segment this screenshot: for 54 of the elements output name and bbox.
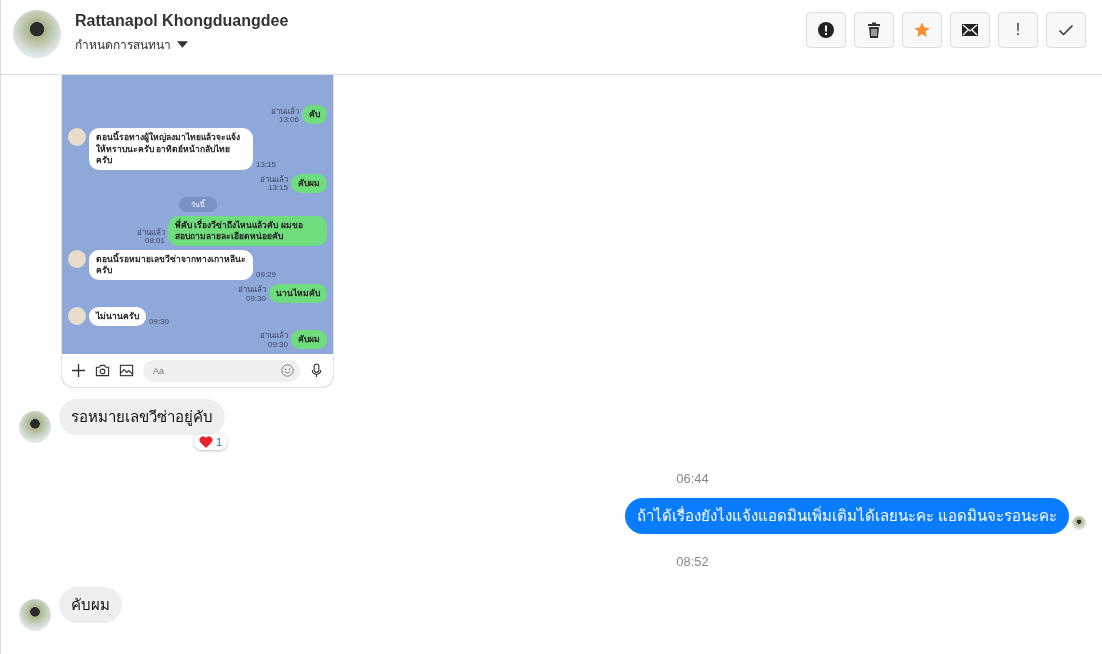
read-receipt: อ่านแล้ว bbox=[137, 229, 165, 238]
heart-icon bbox=[198, 436, 213, 448]
microphone-icon bbox=[309, 363, 324, 378]
message-field: Aa bbox=[143, 359, 300, 382]
message-time: 13:06 bbox=[278, 116, 299, 125]
message-time: 13:15 bbox=[267, 184, 288, 193]
read-receipt: อ่านแล้ว bbox=[238, 286, 266, 295]
conversation-menu[interactable]: กำหนดการสนทนา bbox=[75, 35, 188, 54]
camera-icon bbox=[95, 363, 110, 378]
timestamp: 08:52 bbox=[676, 554, 709, 569]
avatar bbox=[13, 10, 61, 58]
message-time: 13:15 bbox=[256, 161, 277, 170]
read-receipt: อ่านแล้ว bbox=[271, 107, 299, 117]
message-bubble: ถ้าได้เรื่องยังไงแจ้งแอดมินเพิ่มเติมได้เลยนะคะ แอดมินจะรอนะคะ bbox=[624, 498, 1069, 534]
message-bubble: ตอนนี้รอหมายเลขวีซ่าจากทางเกาหลีนะครับ bbox=[89, 249, 253, 280]
message-time: 09:29 bbox=[256, 271, 277, 280]
message-time: 09:30 bbox=[267, 340, 288, 349]
contact-name: Rattanapol Khongduangdee bbox=[75, 12, 290, 30]
message-bubble: ตอนนี้รอทางผู้ใหญ่ลงมาไทยแล้วจะแจ้งให้ทราบนะครับ อาทิตย์หน้ากลับไทยครับ bbox=[89, 128, 253, 170]
message-time: 08:01 bbox=[144, 237, 165, 246]
message-bubble: นานไหมคับ bbox=[269, 283, 327, 303]
check-button[interactable] bbox=[1046, 11, 1086, 48]
star-icon bbox=[914, 21, 930, 38]
envelope-icon bbox=[962, 21, 978, 38]
message-bubble: คับผม bbox=[291, 329, 327, 349]
caret-icon bbox=[177, 41, 188, 48]
message-bubble: คับผม bbox=[291, 173, 327, 193]
image-icon bbox=[119, 363, 134, 378]
read-receipt: อ่านแล้ว bbox=[260, 332, 288, 341]
smiley-icon bbox=[281, 364, 294, 377]
envelope-button[interactable] bbox=[950, 11, 990, 48]
alert-button[interactable] bbox=[806, 11, 846, 48]
message-time: 09:30 bbox=[245, 294, 266, 303]
message-bubble: คับ bbox=[302, 105, 327, 125]
timestamp: 06:44 bbox=[676, 471, 709, 486]
reaction-badge[interactable]: 1 bbox=[193, 434, 227, 450]
message-bubble: ไม่นานครับ bbox=[89, 306, 146, 326]
alert-icon bbox=[818, 21, 834, 38]
trash-button[interactable] bbox=[854, 11, 894, 48]
avatar bbox=[68, 306, 86, 325]
avatar bbox=[68, 249, 86, 268]
message-bubble: คับผม bbox=[59, 587, 122, 623]
avatar bbox=[19, 411, 51, 443]
trash-icon bbox=[866, 21, 882, 38]
avatar bbox=[1072, 516, 1086, 530]
message-time: 09:30 bbox=[149, 317, 170, 326]
exclamation-button[interactable]: ! bbox=[998, 11, 1038, 48]
read-receipt: อ่านแล้ว bbox=[260, 175, 288, 185]
plus-icon bbox=[71, 363, 86, 378]
avatar bbox=[19, 599, 51, 631]
message-bubble: พี่คับ เรื่องวีซ่าถึงไหนแล้วคับ ผมขอสอบถามลายละเอียดหน่อยคับ bbox=[168, 215, 327, 246]
avatar bbox=[68, 128, 86, 147]
star-button[interactable] bbox=[902, 11, 942, 48]
message-bubble: รอหมายเลขวีซ่าอยู่คับ bbox=[59, 399, 225, 435]
